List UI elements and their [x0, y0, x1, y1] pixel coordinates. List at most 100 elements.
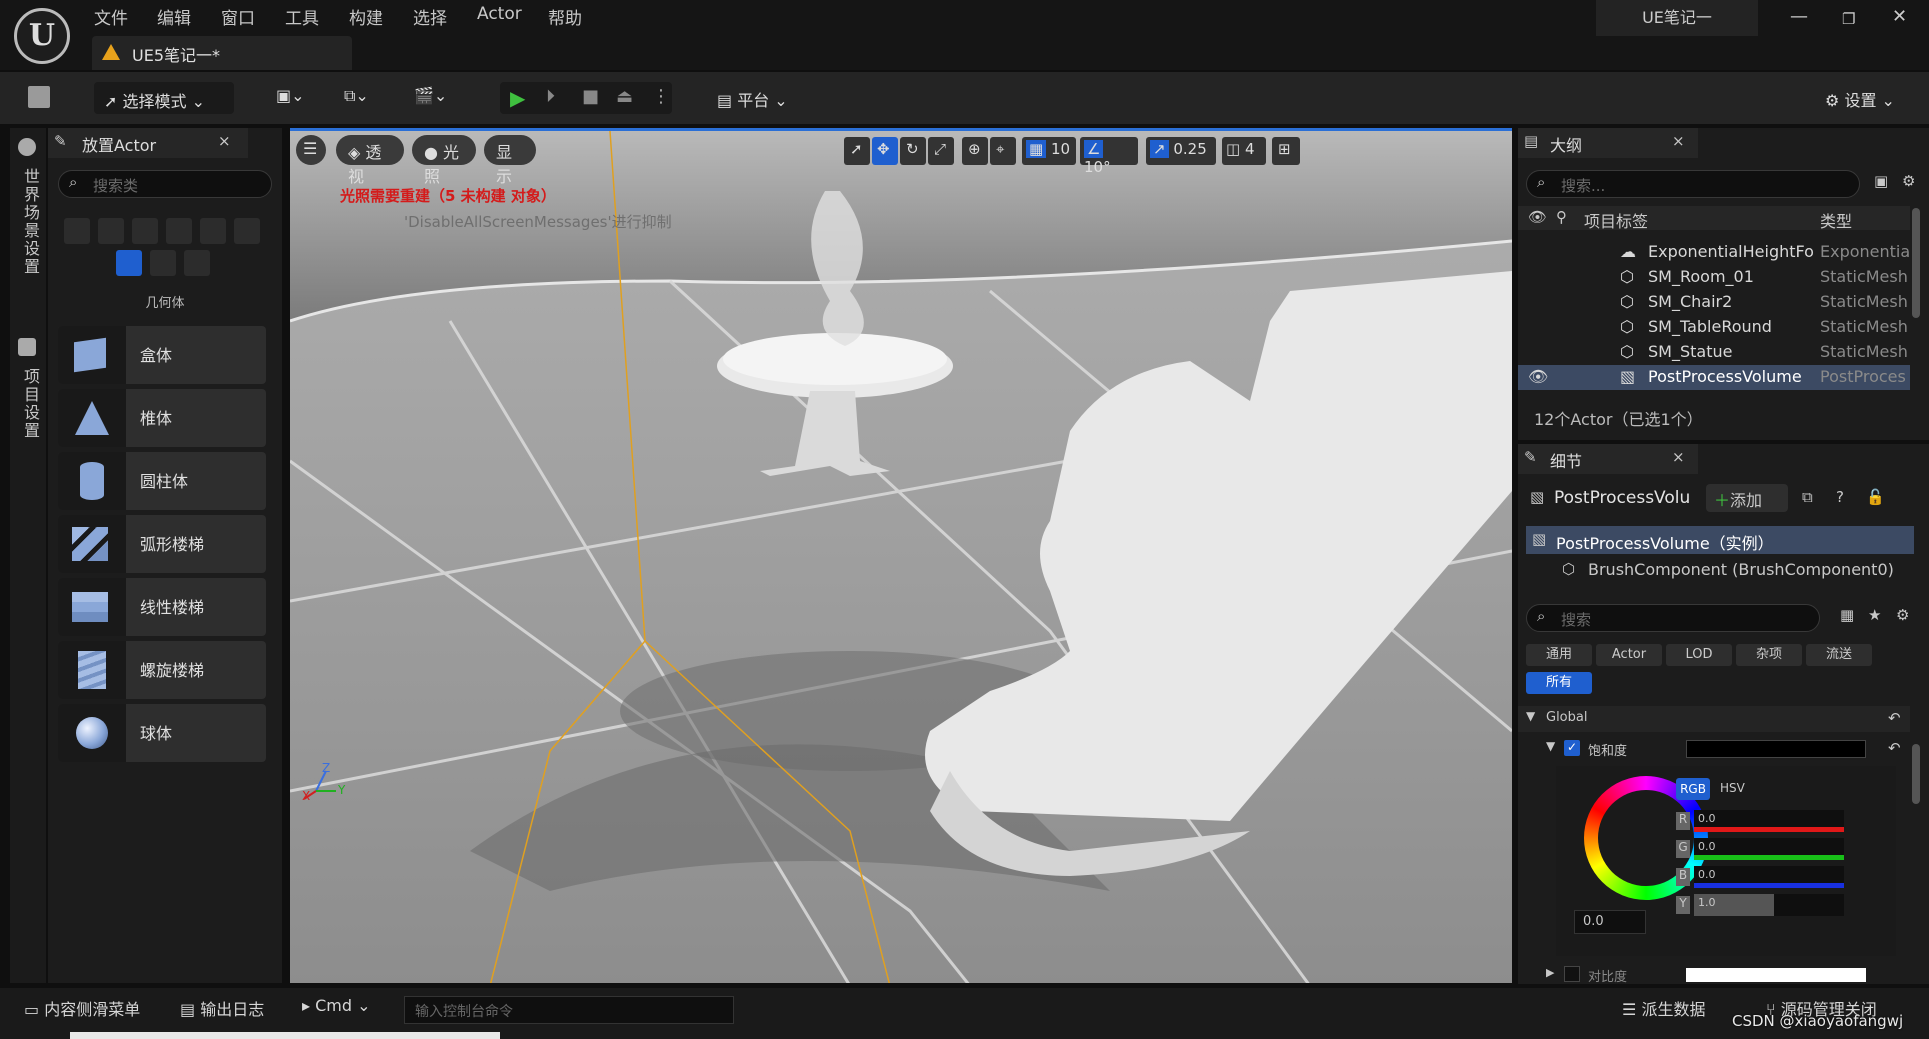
menu-window[interactable]: 窗口: [221, 4, 255, 29]
column-type[interactable]: 类型: [1820, 208, 1852, 232]
recent-icon[interactable]: [64, 218, 90, 244]
rotation-snap-button[interactable]: ∠ 10°: [1080, 137, 1138, 176]
menu-help[interactable]: 帮助: [548, 4, 582, 29]
close-tab-icon[interactable]: ×: [1672, 448, 1685, 466]
chevron-down-icon[interactable]: ▼: [1546, 739, 1555, 753]
shape-item-spiral-stair[interactable]: 螺旋楼梯: [58, 641, 266, 699]
chevron-right-icon[interactable]: ▶: [1546, 966, 1554, 979]
platform-dropdown[interactable]: ▤ 平台 ⌄: [712, 82, 802, 114]
step-icon[interactable]: ⏵: [546, 86, 555, 107]
details-search-input[interactable]: ⌕ 搜索: [1526, 604, 1820, 632]
more-icon[interactable]: ⋮: [652, 86, 670, 107]
close-icon[interactable]: ✕: [1892, 6, 1907, 27]
shape-item-sphere[interactable]: 球体: [58, 704, 266, 762]
menu-tools[interactable]: 工具: [285, 4, 319, 29]
eye-icon[interactable]: 👁: [1528, 367, 1548, 386]
filter-tab-lod[interactable]: LOD: [1666, 644, 1732, 666]
surface-snap-icon[interactable]: ⌖: [990, 137, 1016, 165]
save-icon[interactable]: [28, 86, 50, 108]
lights-icon[interactable]: [132, 218, 158, 244]
content-drawer-button[interactable]: ▭ 内容侧滑菜单: [24, 996, 140, 1020]
component-instance-row[interactable]: ▧ PostProcessVolume（实例）: [1526, 526, 1914, 554]
geometry-icon[interactable]: [116, 250, 142, 276]
column-label[interactable]: 项目标签: [1584, 208, 1648, 232]
filter-tab-general[interactable]: 通用: [1526, 644, 1592, 666]
star-icon[interactable]: ★: [1868, 606, 1881, 624]
world-settings-tab[interactable]: 世界场景设置: [18, 168, 42, 276]
layout-icon[interactable]: ⊞: [1272, 137, 1300, 165]
gear-icon[interactable]: ⚙: [1896, 606, 1909, 624]
shape-item-linear-stair[interactable]: 线性楼梯: [58, 578, 266, 636]
document-tab[interactable]: UE5笔记一*: [92, 36, 352, 70]
add-component-button[interactable]: ＋添加: [1706, 484, 1788, 512]
rotate-tool-icon[interactable]: ↻: [900, 137, 926, 165]
viewport-menu-button[interactable]: ☰: [296, 135, 326, 165]
filter-tab-streaming[interactable]: 流送: [1806, 644, 1872, 666]
shape-item-curved-stair[interactable]: 弧形楼梯: [58, 515, 266, 573]
menu-file[interactable]: 文件: [94, 4, 128, 29]
outliner-row[interactable]: ⬡ SM_TableRound StaticMesh: [1518, 315, 1910, 340]
visual-effects-icon[interactable]: [234, 218, 260, 244]
cinematic-icon[interactable]: [200, 218, 226, 244]
lock-icon[interactable]: 🔓: [1866, 488, 1885, 506]
hsv-mode-button[interactable]: HSV: [1720, 781, 1745, 795]
stop-icon[interactable]: ■: [582, 86, 599, 107]
select-tool-icon[interactable]: ➚: [844, 137, 870, 165]
shape-item-cylinder[interactable]: 圆柱体: [58, 452, 266, 510]
add-folder-icon[interactable]: ▣: [1874, 172, 1888, 190]
translate-tool-icon[interactable]: ✥: [872, 137, 898, 165]
select-mode-dropdown[interactable]: ➚ 选择模式 ⌄: [94, 82, 234, 114]
outliner-search-input[interactable]: ⌕ 搜索...: [1526, 170, 1860, 198]
channel-b[interactable]: B 0.0: [1676, 866, 1862, 888]
menu-edit[interactable]: 编辑: [157, 4, 191, 29]
eye-icon[interactable]: 👁: [1528, 208, 1547, 226]
shape-item-cone[interactable]: 椎体: [58, 389, 266, 447]
wheel-value-input[interactable]: 0.0: [1574, 910, 1646, 934]
pin-icon[interactable]: ⚲: [1556, 208, 1567, 226]
outliner-row[interactable]: ⬡ SM_Room_01 StaticMesh: [1518, 265, 1910, 290]
scale-snap-button[interactable]: ↗ 0.25: [1146, 137, 1216, 165]
world-space-icon[interactable]: ⊕: [962, 137, 988, 165]
camera-speed-button[interactable]: ◫ 4: [1222, 137, 1266, 165]
outliner-row[interactable]: ☁ ExponentialHeightFo Exponentia: [1518, 240, 1910, 265]
basic-icon[interactable]: [98, 218, 124, 244]
menu-build[interactable]: 构建: [349, 4, 383, 29]
color-swatch[interactable]: [1686, 968, 1866, 982]
filter-tab-misc[interactable]: 杂项: [1736, 644, 1802, 666]
override-checkbox[interactable]: [1564, 966, 1580, 982]
eject-icon[interactable]: ⏏: [616, 86, 633, 107]
volumes-icon[interactable]: [150, 250, 176, 276]
close-tab-icon[interactable]: ×: [1672, 132, 1685, 150]
unreal-logo-icon[interactable]: U: [14, 8, 70, 64]
add-content-button[interactable]: ▣⌄: [272, 82, 318, 114]
blueprint-button[interactable]: ⧉⌄: [340, 82, 390, 114]
show-button[interactable]: 显示: [484, 135, 536, 186]
outliner-row[interactable]: ⬡ SM_Statue StaticMesh: [1518, 340, 1910, 365]
scale-tool-icon[interactable]: ⤢: [928, 137, 954, 165]
shapes-icon[interactable]: [166, 218, 192, 244]
reset-icon[interactable]: ↶: [1888, 739, 1901, 757]
level-viewport[interactable]: Z X Y ☰ ◈ 透视 ● 光照 显示 ➚ ✥ ↻ ⤢ ⊕ ⌖ ▦ 10 ∠ …: [290, 128, 1512, 983]
reset-icon[interactable]: ↶: [1888, 709, 1901, 727]
color-swatch[interactable]: [1686, 740, 1866, 758]
outliner-row[interactable]: ⬡ SM_Chair2 StaticMesh: [1518, 290, 1910, 315]
filter-tab-all[interactable]: 所有: [1526, 672, 1592, 694]
play-icon[interactable]: ▶: [510, 86, 525, 110]
channel-y[interactable]: Y 1.0: [1676, 894, 1862, 916]
table-view-icon[interactable]: ▦: [1840, 606, 1854, 624]
filter-tab-actor[interactable]: Actor: [1596, 644, 1662, 666]
grid-snap-button[interactable]: ▦ 10: [1022, 137, 1076, 165]
output-log-button[interactable]: ▤ 输出日志: [180, 996, 264, 1020]
all-classes-icon[interactable]: [184, 250, 210, 276]
details-scrollbar[interactable]: [1912, 744, 1920, 804]
menu-actor[interactable]: Actor: [477, 4, 522, 24]
shape-item-box[interactable]: 盒体: [58, 326, 266, 384]
cmd-dropdown[interactable]: ▸ Cmd ⌄: [302, 996, 371, 1015]
component-row[interactable]: ⬡ BrushComponent (BrushComponent0): [1526, 556, 1914, 584]
perspective-button[interactable]: ◈ 透视: [336, 135, 404, 186]
project-settings-tab[interactable]: 项目设置: [18, 368, 42, 440]
channel-r[interactable]: R 0.0: [1676, 810, 1862, 832]
class-search-input[interactable]: ⌕ 搜索类: [58, 170, 272, 198]
override-checkbox[interactable]: ✓: [1564, 740, 1580, 756]
cinematics-button[interactable]: 🎬⌄: [410, 82, 460, 114]
